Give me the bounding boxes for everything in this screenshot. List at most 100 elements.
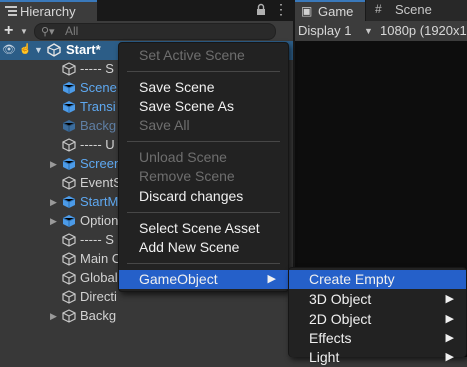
gameobject-cube-icon — [62, 309, 76, 323]
menu-item-label: Effects — [309, 330, 352, 346]
add-button[interactable]: + — [4, 22, 13, 40]
game-controller-icon: ▣ — [301, 4, 313, 18]
search-placeholder: All — [65, 24, 79, 38]
submenu-arrow-icon: ▶ — [445, 313, 454, 325]
menu-item-label: Remove Scene — [139, 168, 235, 184]
menu-item-label: GameObject — [139, 271, 218, 287]
scene-name: Start* — [66, 42, 101, 57]
menu-item-save-scene[interactable]: Save Scene — [119, 78, 288, 97]
row-label: Backg — [80, 118, 117, 133]
game-toolbar: Display 1 ▼ 1080p (1920x1 — [295, 21, 467, 42]
menu-separator — [127, 71, 280, 72]
gameobject-cube-icon — [62, 252, 76, 266]
display-select[interactable]: Display 1 — [298, 23, 351, 38]
hierarchy-row[interactable]: ▶ Backg — [0, 307, 293, 326]
expand-arrow-icon[interactable]: ▶ — [50, 159, 57, 170]
chevron-down-icon[interactable]: ▼ — [364, 26, 373, 36]
submenu-arrow-icon: ▶ — [445, 293, 454, 305]
tab-scene[interactable]: # Scene — [366, 0, 467, 21]
tab-game[interactable]: ▣ Game — [295, 0, 365, 21]
menu-separator — [127, 263, 280, 264]
menu-separator — [127, 141, 280, 142]
menu-item-save-all[interactable]: Save All — [119, 116, 288, 135]
tab-hierarchy-label: Hierarchy — [20, 4, 76, 19]
menu-item-2d-object[interactable]: 2D Object ▶ — [289, 310, 466, 329]
scene-context-menu: Set Active Scene Save Scene Save Scene A… — [118, 42, 289, 292]
hierarchy-list-icon — [5, 6, 17, 16]
row-label: ----- S — [80, 61, 114, 76]
hierarchy-toolbar: + ▼ ⚲▾ All — [0, 21, 293, 42]
menu-item-label: 2D Object — [309, 311, 372, 327]
row-label: ----- S — [80, 232, 114, 247]
menu-item-label: Save Scene As — [139, 98, 234, 114]
game-tabbar: ▣ Game # Scene — [295, 0, 467, 21]
pick-hand-icon[interactable]: ☝ — [19, 44, 31, 55]
prefab-cube-icon — [62, 120, 76, 132]
prefab-cube-icon — [62, 82, 76, 94]
submenu-arrow-icon: ▶ — [267, 273, 276, 285]
row-label: Scene — [80, 80, 117, 95]
row-label: StartM — [80, 194, 119, 209]
menu-item-label: Select Scene Asset — [139, 220, 260, 236]
row-label: Main C — [80, 251, 122, 266]
search-input[interactable]: ⚲▾ All — [34, 23, 276, 40]
menu-item-save-scene-as[interactable]: Save Scene As — [119, 97, 288, 116]
menu-item-label: Save All — [139, 117, 190, 133]
menu-item-effects[interactable]: Effects ▶ — [289, 329, 466, 348]
menu-item-3d-object[interactable]: 3D Object ▶ — [289, 290, 466, 309]
menu-item-label: Create Empty — [309, 271, 395, 287]
expand-arrow-icon[interactable]: ▶ — [50, 216, 57, 227]
hierarchy-tabbar: Hierarchy ⋮ — [0, 0, 293, 21]
row-label: Option — [80, 213, 119, 228]
gameobject-cube-icon — [62, 138, 76, 152]
visibility-eye-icon[interactable]: 👁 — [2, 43, 16, 56]
menu-item-set-active-scene[interactable]: Set Active Scene — [119, 46, 288, 65]
row-label: ----- U — [80, 137, 115, 152]
prefab-cube-icon — [62, 101, 76, 113]
row-label: Screen — [80, 156, 122, 171]
scene-grid-icon: # — [375, 2, 382, 16]
menu-item-add-new-scene[interactable]: Add New Scene — [119, 238, 288, 257]
row-label: Backg — [80, 308, 117, 323]
menu-item-unload-scene[interactable]: Unload Scene — [119, 148, 288, 167]
menu-item-label: Save Scene — [139, 79, 215, 95]
row-label: Directi — [80, 289, 117, 304]
menu-item-label: 3D Object — [309, 291, 372, 307]
menu-item-light[interactable]: Light ▶ — [289, 348, 466, 367]
search-icon: ⚲▾ — [41, 26, 55, 38]
chevron-down-icon[interactable]: ▼ — [20, 27, 28, 36]
gameobject-cube-icon — [62, 233, 76, 247]
menu-item-select-scene-asset[interactable]: Select Scene Asset — [119, 219, 288, 238]
tab-game-label: Game — [318, 4, 354, 19]
gameobject-cube-icon — [62, 62, 76, 76]
menu-item-gameobject[interactable]: GameObject ▶ — [119, 270, 288, 289]
gameobject-cube-icon — [62, 271, 76, 285]
tab-hierarchy[interactable]: Hierarchy — [0, 0, 97, 21]
unity-scene-icon — [47, 43, 61, 57]
resolution-select[interactable]: 1080p (1920x1 — [380, 23, 467, 38]
menu-item-label: Discard changes — [139, 188, 244, 204]
row-label: Global — [80, 270, 118, 285]
menu-separator — [127, 212, 280, 213]
prefab-cube-icon — [62, 158, 76, 170]
submenu-arrow-icon: ▶ — [445, 332, 454, 344]
menu-item-label: Set Active Scene — [139, 47, 245, 63]
prefab-cube-icon — [62, 215, 76, 227]
menu-item-label: Light — [309, 349, 340, 365]
expand-arrow-icon[interactable]: ▶ — [50, 311, 57, 322]
menu-item-create-empty[interactable]: Create Empty — [289, 270, 466, 289]
expand-arrow-icon[interactable]: ▼ — [34, 45, 43, 55]
gameobject-submenu: Create Empty 3D Object ▶ 2D Object ▶ Eff… — [288, 267, 467, 365]
menu-item-remove-scene[interactable]: Remove Scene — [119, 167, 288, 186]
lock-icon[interactable] — [256, 3, 266, 19]
menu-item-label: Add New Scene — [139, 239, 240, 255]
tab-scene-label: Scene — [395, 2, 432, 17]
menu-item-discard-changes[interactable]: Discard changes — [119, 187, 288, 206]
gameobject-cube-icon — [62, 290, 76, 304]
expand-arrow-icon[interactable]: ▶ — [50, 197, 57, 208]
row-label: EventS — [80, 175, 122, 190]
prefab-cube-icon — [62, 196, 76, 208]
more-options-icon[interactable]: ⋮ — [274, 1, 288, 18]
gameobject-cube-icon — [62, 176, 76, 190]
menu-item-label: Unload Scene — [139, 149, 227, 165]
